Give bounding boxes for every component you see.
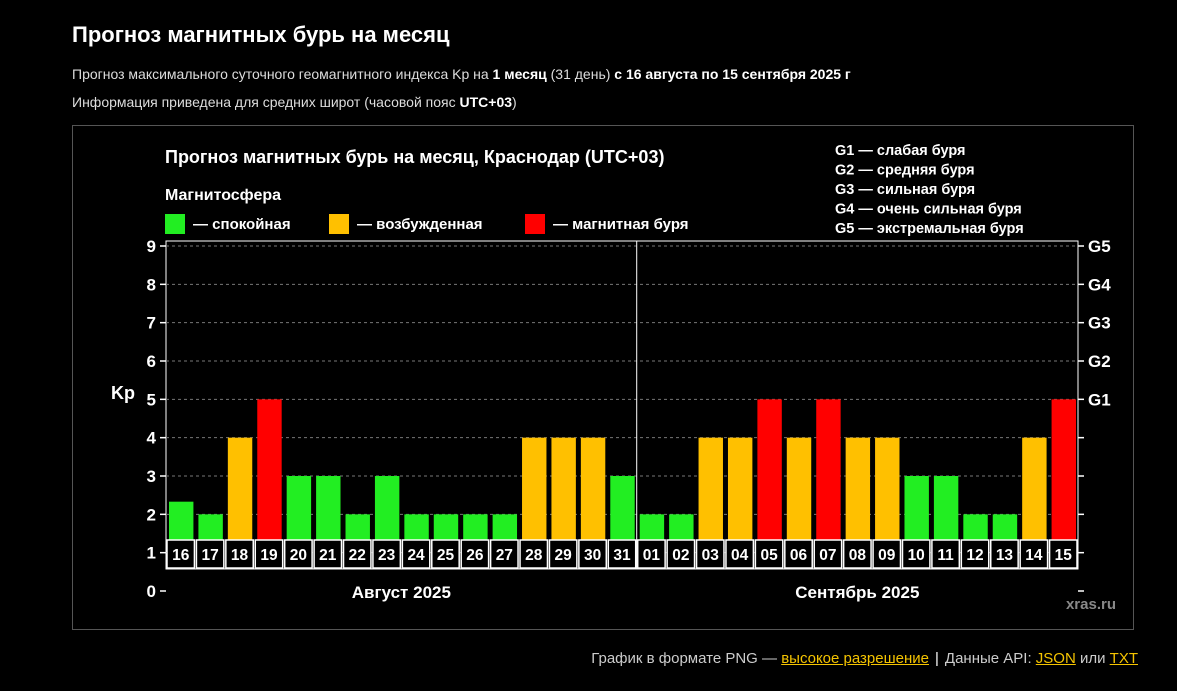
g-tick-label-G2: G2 xyxy=(1088,352,1111,371)
month-label-0: Август 2025 xyxy=(352,583,451,602)
legend-label-2: — магнитная буря xyxy=(553,216,689,233)
day-label-30: 30 xyxy=(584,547,601,564)
day-label-27: 27 xyxy=(496,547,513,564)
day-label-23: 23 xyxy=(378,547,396,564)
y-tick-label-0: 0 xyxy=(147,582,156,601)
day-label-21: 21 xyxy=(319,547,337,564)
day-label-08: 08 xyxy=(849,547,867,564)
day-label-07: 07 xyxy=(819,547,836,564)
y-tick-label-3: 3 xyxy=(147,467,156,486)
day-label-18: 18 xyxy=(231,547,249,564)
day-label-04: 04 xyxy=(731,547,749,564)
legend-swatch-1 xyxy=(329,214,349,234)
g-tick-label-G4: G4 xyxy=(1088,275,1111,294)
day-label-25: 25 xyxy=(437,547,455,564)
footer-or-text: или xyxy=(1075,650,1110,667)
footer-separator: | xyxy=(935,650,939,667)
footer: График в формате PNG — высокое разрешени… xyxy=(591,650,1138,667)
watermark: xras.ru xyxy=(1066,596,1116,613)
day-label-31: 31 xyxy=(613,547,631,564)
g-legend-line-2: G3 — сильная буря xyxy=(835,182,975,198)
timezone-suffix: ) xyxy=(512,94,517,110)
description-days: (31 день) xyxy=(546,66,615,82)
y-tick-label-4: 4 xyxy=(147,429,157,448)
txt-link[interactable]: TXT xyxy=(1110,650,1138,667)
day-label-02: 02 xyxy=(672,547,689,564)
day-label-05: 05 xyxy=(760,547,778,564)
day-label-09: 09 xyxy=(878,547,896,564)
y-tick-label-8: 8 xyxy=(147,275,156,294)
day-label-24: 24 xyxy=(407,547,425,564)
timezone-prefix: Информация приведена для средних широт (… xyxy=(72,94,460,110)
description-period: 1 месяц xyxy=(492,66,547,82)
footer-png-text: График в формате PNG — xyxy=(591,650,782,667)
y-tick-label-5: 5 xyxy=(147,390,156,409)
day-label-06: 06 xyxy=(790,547,808,564)
day-label-22: 22 xyxy=(349,547,366,564)
g-legend-line-0: G1 — слабая буря xyxy=(835,143,966,159)
page-title: Прогноз магнитных бурь на месяц xyxy=(72,22,450,47)
day-label-19: 19 xyxy=(260,547,278,564)
month-label-1: Сентябрь 2025 xyxy=(795,583,919,602)
day-label-11: 11 xyxy=(937,547,954,564)
legend-label-1: — возбужденная xyxy=(357,216,483,233)
kp-forecast-chart: 0123456789G1G2G3G4G5Kp16 17 18 19 20 21 22 23 24… xyxy=(111,143,1116,613)
g-tick-label-G3: G3 xyxy=(1088,314,1111,333)
timezone-note: Информация приведена для средних широт (… xyxy=(72,94,517,110)
day-label-15: 15 xyxy=(1055,547,1073,564)
g-legend-line-4: G5 — экстремальная буря xyxy=(835,221,1024,237)
hires-link[interactable]: высокое разрешение xyxy=(781,650,929,667)
legend-title: Магнитосфера xyxy=(165,187,281,204)
forecast-description: Прогноз максимального суточного геомагни… xyxy=(72,66,851,82)
description-dates: с 16 августа по 15 сентября 2025 г xyxy=(614,66,851,82)
day-label-13: 13 xyxy=(996,547,1014,564)
day-label-29: 29 xyxy=(555,547,573,564)
day-label-12: 12 xyxy=(966,547,983,564)
y-tick-label-6: 6 xyxy=(147,352,156,371)
chart-title: Прогноз магнитных бурь на месяц, Краснод… xyxy=(165,147,664,167)
json-link[interactable]: JSON xyxy=(1036,650,1076,667)
g-legend-line-1: G2 — средняя буря xyxy=(835,163,975,179)
day-label-16: 16 xyxy=(172,547,190,564)
day-label-20: 20 xyxy=(290,547,307,564)
g-tick-label-G1: G1 xyxy=(1088,390,1111,409)
day-label-10: 10 xyxy=(908,547,925,564)
y-tick-label-9: 9 xyxy=(147,237,156,256)
day-label-28: 28 xyxy=(525,547,543,564)
day-label-17: 17 xyxy=(202,547,219,564)
day-label-14: 14 xyxy=(1025,547,1043,564)
y-tick-label-7: 7 xyxy=(147,314,156,333)
y-tick-label-1: 1 xyxy=(147,544,156,563)
chart-frame: 0 1 2 3 4 5 6 7 8 9 G1 G2 G3 G4 G5 Kp 16 17 18 19 20 21 22 23 24… xyxy=(72,125,1134,630)
y-tick-label-2: 2 xyxy=(147,505,156,524)
legend-swatch-0 xyxy=(165,214,185,234)
g-legend-line-3: G4 — очень сильная буря xyxy=(835,202,1022,218)
legend-swatch-2 xyxy=(525,214,545,234)
g-tick-label-G5: G5 xyxy=(1088,237,1111,256)
footer-api-text: Данные API: xyxy=(944,650,1036,667)
day-label-01: 01 xyxy=(643,547,661,564)
day-label-03: 03 xyxy=(702,547,720,564)
y-axis-label: Kp xyxy=(111,383,135,403)
description-prefix: Прогноз максимального суточного геомагни… xyxy=(72,66,493,82)
day-label-26: 26 xyxy=(466,547,484,564)
legend-label-0: — спокойная xyxy=(193,216,291,233)
timezone-value: UTC+03 xyxy=(459,94,513,110)
